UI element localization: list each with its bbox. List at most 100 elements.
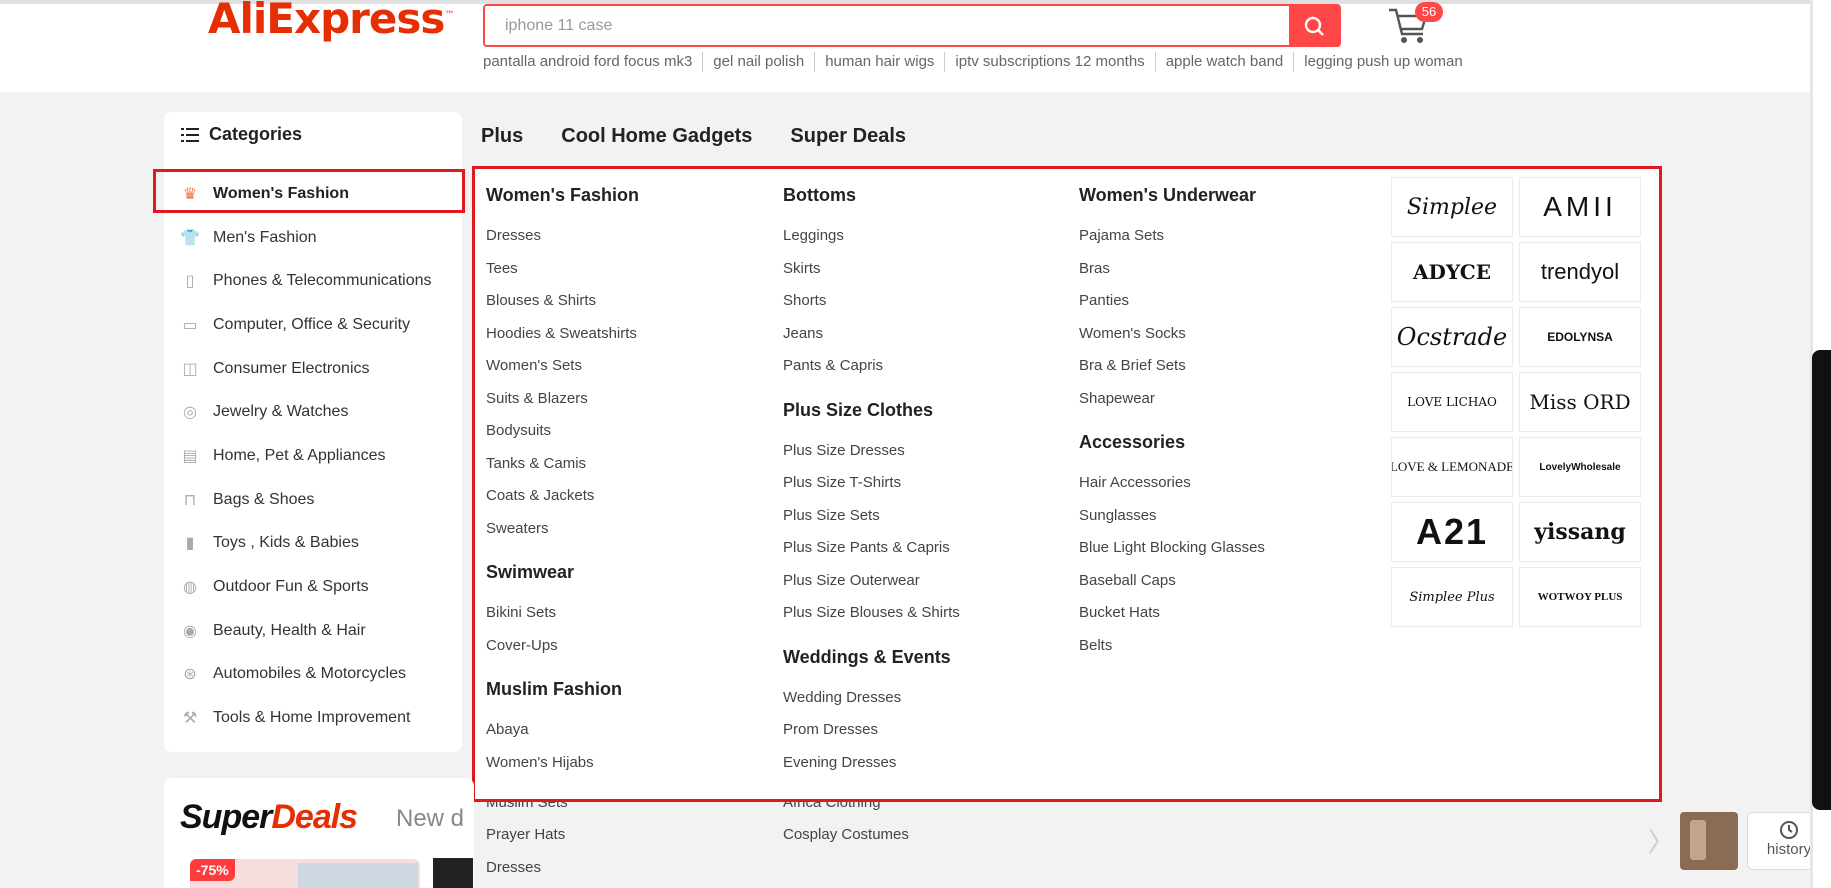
brand-logo[interactable]: ADYCE <box>1391 242 1513 302</box>
menu-item[interactable]: Dresses <box>486 224 639 257</box>
brand-logo[interactable]: Miss ORD <box>1519 372 1641 432</box>
menu-group-title[interactable]: Swimwear <box>486 557 639 587</box>
hot-search-link[interactable]: gel nail polish <box>702 52 814 72</box>
hot-search-link[interactable]: human hair wigs <box>814 52 944 72</box>
menu-item[interactable]: Women's Hijabs <box>486 751 639 784</box>
menu-item[interactable]: Tanks & Camis <box>486 452 639 485</box>
menu-item[interactable]: Blue Light Blocking Glasses <box>1079 536 1265 569</box>
overflow-item[interactable]: Prayer Hats <box>486 826 565 843</box>
menu-item[interactable]: Women's Socks <box>1079 322 1265 355</box>
menu-item[interactable]: Bra & Brief Sets <box>1079 354 1265 387</box>
menu-item[interactable]: Plus Size Pants & Capris <box>783 536 960 569</box>
brand-logo[interactable]: A21 <box>1391 502 1513 562</box>
menu-item[interactable]: Belts <box>1079 634 1265 667</box>
menu-item[interactable]: Plus Size Blouses & Shirts <box>783 601 960 634</box>
menu-item[interactable]: Skirts <box>783 257 960 290</box>
discount-badge: -75% <box>190 859 235 881</box>
menu-item[interactable]: Coats & Jackets <box>486 484 639 517</box>
menu-item[interactable]: Plus Size T-Shirts <box>783 471 960 504</box>
brand-logo[interactable]: yissang <box>1519 502 1641 562</box>
search-button[interactable] <box>1289 6 1339 45</box>
menu-item[interactable]: Shorts <box>783 289 960 322</box>
menu-item[interactable]: Bras <box>1079 257 1265 290</box>
menu-group-title[interactable]: Women's Fashion <box>486 180 639 210</box>
menu-item[interactable]: Suits & Blazers <box>486 387 639 420</box>
sidebar-item[interactable]: ⊛ Automobiles & Motorcycles <box>164 653 462 697</box>
sidebar-item[interactable]: ▯ Phones & Telecommunications <box>164 259 462 303</box>
search-input[interactable] <box>485 6 1291 45</box>
brand-logo[interactable]: EDOLYNSA <box>1519 307 1641 367</box>
sidebar-item[interactable]: ◍ Outdoor Fun & Sports <box>164 565 462 609</box>
menu-item[interactable]: Bucket Hats <box>1079 601 1265 634</box>
menu-item[interactable]: Plus Size Dresses <box>783 439 960 472</box>
overflow-item[interactable]: Dresses <box>486 859 541 876</box>
brand-logo[interactable]: trendyol <box>1519 242 1641 302</box>
menu-group-title[interactable]: Muslim Fashion <box>486 674 639 704</box>
sidebar-item[interactable]: ▤ Home, Pet & Appliances <box>164 434 462 478</box>
hot-search-link[interactable]: iptv subscriptions 12 months <box>944 52 1154 72</box>
menu-group-title[interactable]: Bottoms <box>783 180 960 210</box>
menu-item[interactable]: Jeans <box>783 322 960 355</box>
brand-logo[interactable]: Simplee <box>1391 177 1513 237</box>
menu-item[interactable]: Pants & Capris <box>783 354 960 387</box>
history-arrow-icon[interactable]: 〉 <box>1648 822 1674 859</box>
sidebar-item[interactable]: ◉ Beauty, Health & Hair <box>164 609 462 653</box>
side-toolbar[interactable] <box>1812 350 1831 810</box>
deal-card-dark[interactable] <box>433 858 473 888</box>
menu-item[interactable]: Tees <box>486 257 639 290</box>
deal-card[interactable]: -75% <box>190 859 420 888</box>
history-thumbnail[interactable] <box>1680 812 1738 870</box>
sidebar-item[interactable]: ⚒ Tools & Home Improvement <box>164 696 462 740</box>
sidebar-item[interactable]: ◎ Jewelry & Watches <box>164 390 462 434</box>
brand-logo[interactable]: LovelyWholesale <box>1519 437 1641 497</box>
menu-item[interactable]: Evening Dresses <box>783 751 960 784</box>
sidebar-item[interactable]: ◫ Consumer Electronics <box>164 347 462 391</box>
menu-group-title[interactable]: Accessories <box>1079 427 1265 457</box>
aliexpress-logo[interactable]: AliExpress™ <box>208 0 454 43</box>
menu-item[interactable]: Leggings <box>783 224 960 257</box>
brand-logo[interactable]: Ocstrade <box>1391 307 1513 367</box>
overflow-item[interactable]: Cosplay Costumes <box>783 826 909 843</box>
menu-item[interactable]: Bodysuits <box>486 419 639 452</box>
sidebar-item-label: Home, Pet & Appliances <box>213 446 386 464</box>
menu-item[interactable]: Panties <box>1079 289 1265 322</box>
hot-search-link[interactable]: pantalla android ford focus mk3 <box>483 52 702 72</box>
menu-item[interactable]: Sunglasses <box>1079 504 1265 537</box>
brand-logo[interactable]: LOVE LICHAO <box>1391 372 1513 432</box>
superdeals-title[interactable]: SuperDeals <box>180 798 358 837</box>
sidebar-item[interactable]: ▮ Toys , Kids & Babies <box>164 522 462 566</box>
nav-super-deals[interactable]: Super Deals <box>790 125 906 148</box>
menu-item[interactable]: Baseball Caps <box>1079 569 1265 602</box>
brand-logo[interactable]: Simplee Plus <box>1391 567 1513 627</box>
menu-item[interactable]: Women's Sets <box>486 354 639 387</box>
menu-item[interactable]: Bikini Sets <box>486 601 639 634</box>
menu-item[interactable]: Hoodies & Sweatshirts <box>486 322 639 355</box>
cart-button[interactable]: 56 <box>1385 2 1443 46</box>
menu-item[interactable]: Cover-Ups <box>486 634 639 667</box>
sidebar-item[interactable]: ▭ Computer, Office & Security <box>164 303 462 347</box>
menu-item[interactable]: Hair Accessories <box>1079 471 1265 504</box>
menu-item[interactable]: Plus Size Sets <box>783 504 960 537</box>
menu-item[interactable]: Pajama Sets <box>1079 224 1265 257</box>
hot-search-link[interactable]: apple watch band <box>1154 52 1294 72</box>
menu-item[interactable]: Plus Size Outerwear <box>783 569 960 602</box>
brand-logo[interactable]: AMII <box>1519 177 1641 237</box>
menu-item[interactable]: Shapewear <box>1079 387 1265 420</box>
brand-logo[interactable]: WOTWOY PLUS <box>1519 567 1641 627</box>
menu-item[interactable]: Prom Dresses <box>783 718 960 751</box>
menu-item[interactable]: Wedding Dresses <box>783 686 960 719</box>
brand-logo[interactable]: LOVE & LEMONADE <box>1391 437 1513 497</box>
menu-item[interactable]: Blouses & Shirts <box>486 289 639 322</box>
menu-item[interactable]: Abaya <box>486 718 639 751</box>
nav-plus[interactable]: Plus <box>481 125 523 148</box>
hot-search-link[interactable]: legging push up woman <box>1293 52 1472 72</box>
menu-group-title[interactable]: Women's Underwear <box>1079 180 1265 210</box>
sidebar-item[interactable]: ♛ Women's Fashion <box>164 172 462 216</box>
tool-icon: ⚒ <box>182 710 198 728</box>
sidebar-item[interactable]: ⊓ Bags & Shoes <box>164 478 462 522</box>
menu-item[interactable]: Sweaters <box>486 517 639 550</box>
nav-cool-home-gadgets[interactable]: Cool Home Gadgets <box>561 125 752 148</box>
menu-group-title[interactable]: Weddings & Events <box>783 642 960 672</box>
menu-group-title[interactable]: Plus Size Clothes <box>783 395 960 425</box>
sidebar-item[interactable]: 👕 Men's Fashion <box>164 216 462 260</box>
